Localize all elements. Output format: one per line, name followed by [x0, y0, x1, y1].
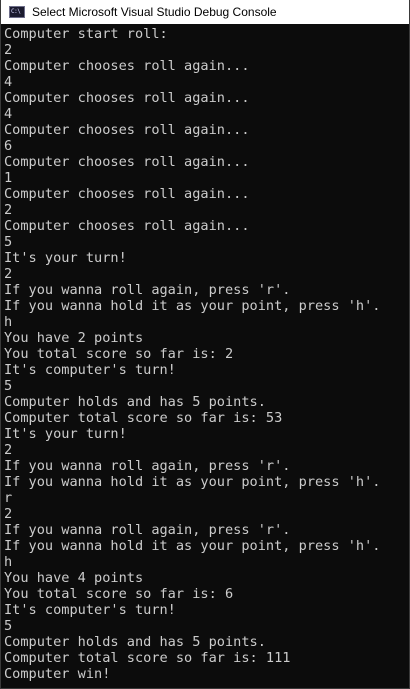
- title-bar[interactable]: C:\ Select Microsoft Visual Studio Debug…: [1, 0, 409, 24]
- debug-console-window: C:\ Select Microsoft Visual Studio Debug…: [0, 0, 410, 689]
- console-line: r: [4, 490, 13, 506]
- window-title: Select Microsoft Visual Studio Debug Con…: [32, 5, 277, 19]
- console-line: Computer holds and has 5 points.: [4, 634, 266, 650]
- console-output[interactable]: Computer start roll: 2 Computer chooses ro…: [4, 26, 408, 686]
- console-line: It's computer's turn!: [4, 602, 176, 618]
- console-line: Computer holds and has 5 points.: [4, 394, 266, 410]
- console-line: 4: [4, 106, 13, 122]
- console-line: Computer chooses roll again...: [4, 218, 250, 234]
- console-line: Computer total score so far is: 53: [4, 410, 283, 426]
- console-line: Computer chooses roll again...: [4, 122, 250, 138]
- console-app-icon: C:\: [9, 6, 25, 18]
- console-line: Computer chooses roll again...: [4, 154, 250, 170]
- console-line: You total score so far is: 2: [4, 346, 234, 362]
- console-line: You have 2 points: [4, 330, 144, 346]
- console-line: If you wanna roll again, press 'r'.: [4, 282, 291, 298]
- console-line: 1: [4, 170, 13, 186]
- console-line: Computer win!: [4, 666, 111, 682]
- console-line: You have 4 points: [4, 570, 144, 586]
- console-line: Computer total score so far is: 111: [4, 650, 291, 666]
- console-line: 5: [4, 234, 13, 250]
- console-line: h: [4, 314, 13, 330]
- console-line: It's your turn!: [4, 426, 127, 442]
- console-line: If you wanna hold it as your point, pres…: [4, 298, 381, 314]
- console-line: 2: [4, 266, 13, 282]
- console-line: You total score so far is: 6: [4, 586, 234, 602]
- console-line: It's your turn!: [4, 250, 127, 266]
- console-line: 2: [4, 42, 13, 58]
- console-line: 5: [4, 378, 13, 394]
- console-line: Computer chooses roll again...: [4, 186, 250, 202]
- console-app-icon-glyph: C:\: [11, 8, 21, 15]
- console-line: If you wanna roll again, press 'r'.: [4, 458, 291, 474]
- console-line: 5: [4, 618, 13, 634]
- console-line: 6: [4, 138, 13, 154]
- console-line: 2: [4, 202, 13, 218]
- console-line: If you wanna roll again, press 'r'.: [4, 522, 291, 538]
- console-line: 2: [4, 506, 13, 522]
- console-line: Computer start roll:: [4, 26, 168, 42]
- console-line: Computer chooses roll again...: [4, 90, 250, 106]
- console-line: Computer chooses roll again...: [4, 58, 250, 74]
- console-line: If you wanna hold it as your point, pres…: [4, 474, 381, 490]
- console-line: h: [4, 554, 13, 570]
- console-line: It's computer's turn!: [4, 362, 176, 378]
- console-line: If you wanna hold it as your point, pres…: [4, 538, 381, 554]
- console-line: 2: [4, 442, 13, 458]
- console-line: 4: [4, 74, 13, 90]
